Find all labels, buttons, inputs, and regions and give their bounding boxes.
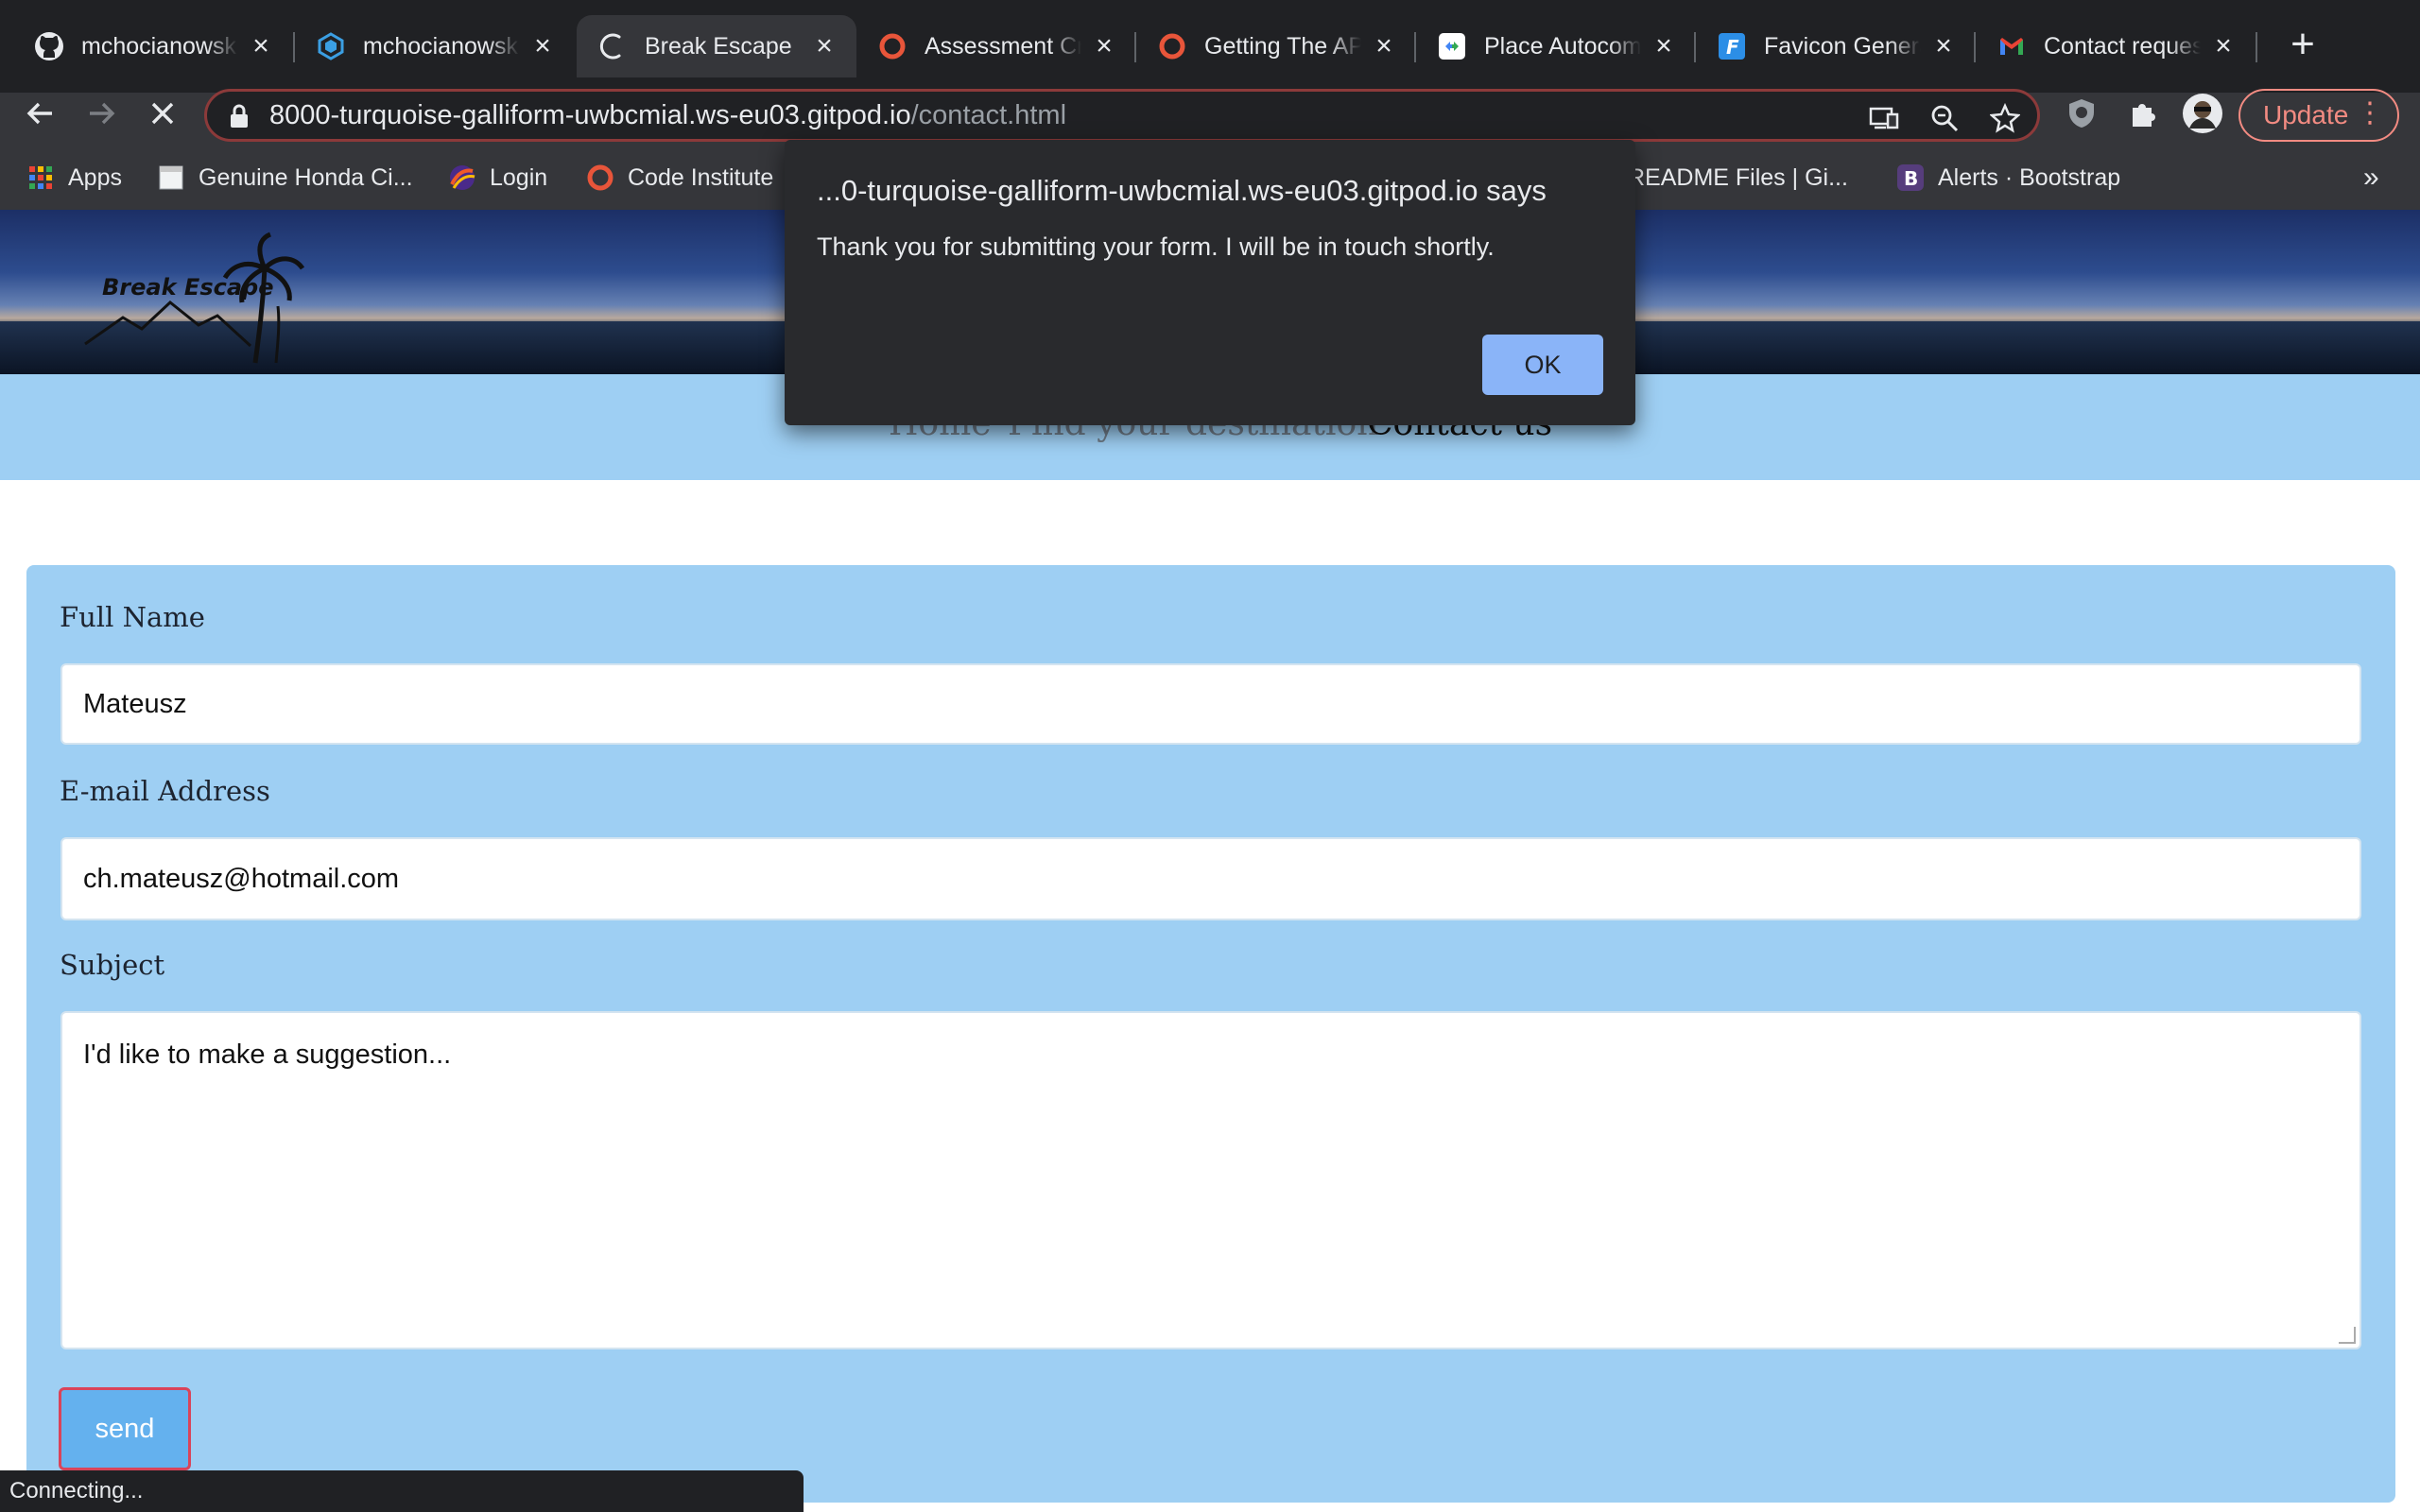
site-logo[interactable]: Break Escape [102,274,273,301]
tab-gitpod[interactable]: mchocianowsk × [295,15,575,77]
tab-favicon-generator[interactable]: F Favicon Genera × [1696,15,1976,77]
tab-close-icon[interactable]: × [1651,30,1677,62]
browser-status-bar: Connecting... [0,1470,804,1512]
bookmark-label: Genuine Honda Ci... [199,163,413,191]
cast-device-icon[interactable] [1867,101,1901,135]
code-institute-icon [1157,31,1187,61]
tab-close-icon[interactable]: × [2210,30,2237,62]
bookmark-login[interactable]: Login [448,159,547,197]
tab-title: Favicon Genera [1764,32,1921,60]
tab-divider [2256,32,2257,62]
resize-handle-icon[interactable] [2339,1327,2356,1344]
page-icon [157,163,185,192]
ok-button[interactable]: OK [1482,335,1603,395]
tab-title: Contact reques [2044,32,2201,60]
profile-avatar[interactable] [2178,89,2227,138]
full-name-value: Mateusz [83,688,187,719]
tab-title: Assessment Cr [925,32,1081,60]
dialog-title: ...0-turquoise-galliform-uwbcmial.ws-eu0… [817,174,1547,207]
more-bookmarks-label: » [2363,162,2379,193]
new-tab-button[interactable]: + [2278,21,2327,70]
bookmark-label: Alerts · Bootstrap [1938,163,2121,191]
url-host: 8000-turquoise-galliform-uwbcmial.ws-eu0… [269,100,911,130]
bookmark-star-icon[interactable] [1988,101,2022,135]
tab-close-icon[interactable]: × [1371,30,1397,62]
tab-close-icon[interactable]: × [811,30,838,62]
contact-form: Full Name Mateusz E-mail Address ch.mate… [26,565,2395,1503]
gitpod-icon [316,31,346,61]
tab-title: mchocianowsk [363,32,518,60]
tab-strip: mchocianowsk × mchocianowsk × Break Esca… [0,0,2420,93]
tab-title: Getting The AP [1204,32,1361,60]
gmail-icon [1996,31,2027,61]
bootstrap-icon: B [1896,163,1925,192]
tab-assessment[interactable]: Assessment Cr × [856,15,1136,77]
google-dev-icon [1437,31,1467,61]
bookmark-label: Apps [68,163,122,191]
email-label: E-mail Address [60,775,270,807]
bookmark-readme-files[interactable]: README Files | Gi... [1609,159,1848,197]
tab-title: Place Autocom [1484,32,1641,60]
tab-break-escape[interactable]: Break Escape × [577,15,856,77]
bookmark-code-institute[interactable]: Code Institute [586,159,773,197]
github-icon [34,31,64,61]
tab-close-icon[interactable]: × [1091,30,1117,62]
alert-dialog: ...0-turquoise-galliform-uwbcmial.ws-eu0… [785,140,1635,425]
code-institute-icon [586,163,614,192]
full-name-input[interactable]: Mateusz [60,663,2361,745]
shield-extension-icon[interactable] [2057,89,2106,138]
update-button[interactable]: Update ⋮ [2238,89,2399,142]
loading-spinner-icon [597,31,628,61]
tab-contact-request[interactable]: Contact reques × [1976,15,2256,77]
lock-icon[interactable] [228,103,251,134]
subject-value: I'd like to make a suggestion... [83,1040,452,1070]
more-menu-icon[interactable]: ⋮ [2356,96,2384,129]
bookmark-label: README Files | Gi... [1628,163,1848,191]
palm-tree-logo-icon [84,232,305,364]
bookmark-genuine-honda[interactable]: Genuine Honda Ci... [157,159,413,197]
bookmark-alerts-bootstrap[interactable]: B Alerts · Bootstrap [1896,159,2120,197]
tab-title: mchocianowsk [81,32,236,60]
tab-github[interactable]: mchocianowsk × [13,15,293,77]
tab-close-icon[interactable]: × [1930,30,1957,62]
status-text: Connecting... [9,1478,144,1503]
url-path: /contact.html [910,100,1067,130]
stop-loading-icon[interactable] [138,89,187,138]
favicon-generator-icon: F [1717,31,1747,61]
send-button[interactable]: send [59,1387,191,1470]
code-institute-icon [877,31,908,61]
svg-text:F: F [1726,36,1739,59]
bookmark-apps[interactable]: Apps [26,159,122,197]
extensions-puzzle-icon[interactable] [2118,89,2167,138]
tab-title: Break Escape [645,32,792,60]
tab-close-icon[interactable]: × [248,30,274,62]
more-bookmarks-chevron-icon[interactable]: » [2363,159,2379,197]
update-label: Update [2263,100,2349,129]
tab-place-autocomplete[interactable]: Place Autocom × [1416,15,1696,77]
dialog-message: Thank you for submitting your form. I wi… [817,232,1495,261]
tab-close-icon[interactable]: × [529,30,556,62]
login-icon [448,163,476,192]
subject-textarea[interactable]: I'd like to make a suggestion... [60,1011,2361,1349]
svg-text:B: B [1904,167,1918,190]
ok-label: OK [1524,350,1562,379]
subject-label: Subject [60,949,165,981]
send-label: send [95,1413,155,1444]
bookmark-label: Code Institute [628,163,774,191]
email-input[interactable]: ch.mateusz@hotmail.com [60,837,2361,920]
email-value: ch.mateusz@hotmail.com [83,863,400,894]
forward-arrow-icon[interactable] [78,89,127,138]
zoom-icon[interactable] [1927,101,1962,135]
full-name-label: Full Name [60,601,205,633]
address-url[interactable]: 8000-turquoise-galliform-uwbcmial.ws-eu0… [269,100,1066,131]
apps-grid-icon [26,163,55,192]
tab-getting-the-api[interactable]: Getting The AP × [1136,15,1416,77]
bookmark-label: Login [490,163,548,191]
address-bar[interactable]: 8000-turquoise-galliform-uwbcmial.ws-eu0… [204,89,2040,142]
back-arrow-icon[interactable] [15,89,64,138]
